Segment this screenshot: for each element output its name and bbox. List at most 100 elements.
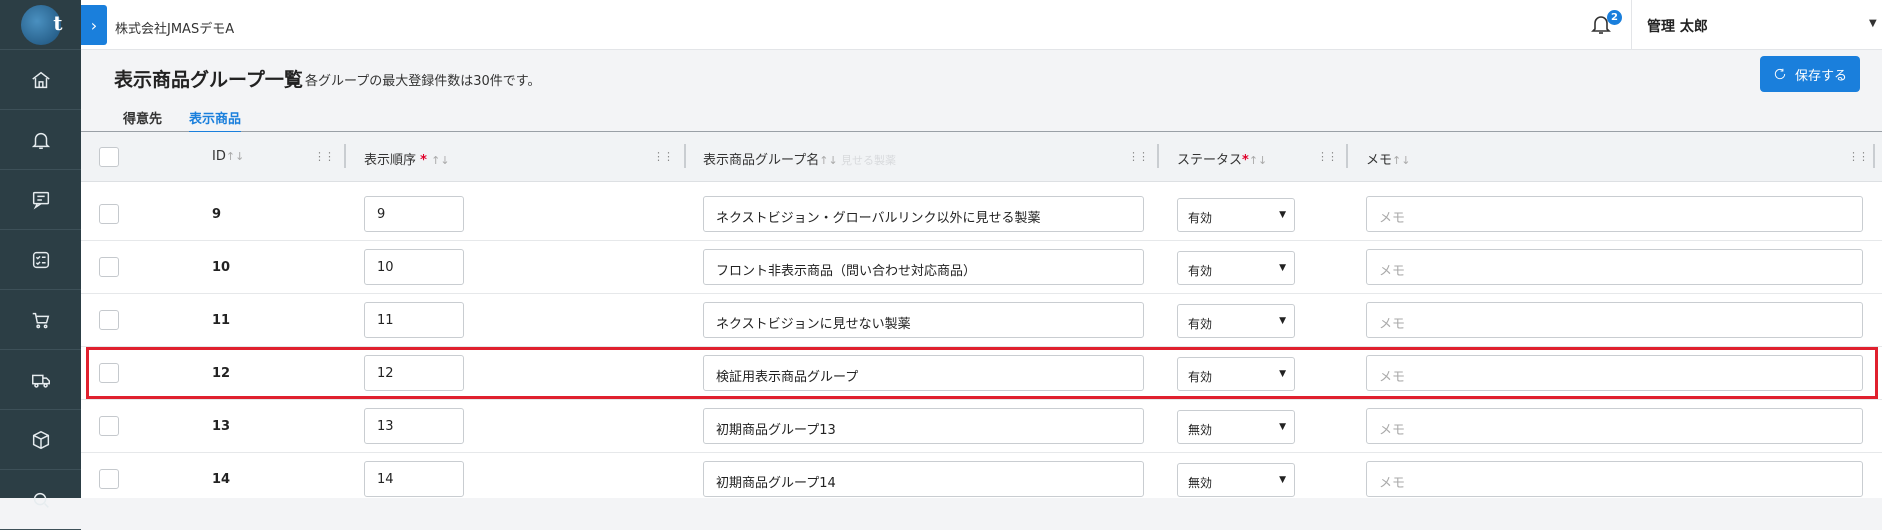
group-name-input[interactable]: 初期商品グループ14 (703, 461, 1144, 497)
row-checkbox[interactable] (99, 257, 119, 277)
row-checkbox[interactable] (99, 416, 119, 436)
sort-icon[interactable]: ↑↓ (226, 150, 244, 163)
sidebar-toggle-button[interactable]: › (81, 5, 107, 45)
column-header-memo[interactable]: メモ↑↓ (1366, 149, 1410, 168)
app-logo[interactable]: t (0, 0, 81, 50)
column-header-id[interactable]: ID↑↓ (212, 149, 244, 164)
memo-input[interactable]: メモ (1366, 196, 1863, 232)
column-resize-handle[interactable] (1346, 144, 1348, 168)
checklist-icon (32, 251, 49, 268)
select-all-checkbox[interactable] (99, 147, 119, 167)
memo-input[interactable]: メモ (1366, 302, 1863, 338)
row-id: 11 (212, 313, 231, 328)
column-resize-handle[interactable] (1157, 144, 1159, 168)
chevron-right-icon: › (90, 15, 98, 35)
caret-down-icon: ▼ (1279, 210, 1286, 220)
row-id: 14 (212, 472, 231, 487)
column-header-name[interactable]: 表示商品グループ名↑↓ (703, 149, 838, 168)
row-checkbox[interactable] (99, 204, 119, 224)
row-checkbox[interactable] (99, 469, 119, 489)
caret-down-icon: ▼ (1279, 422, 1286, 432)
notification-badge: 2 (1607, 10, 1622, 25)
column-resize-handle[interactable] (344, 144, 346, 168)
cart-icon (32, 312, 49, 328)
column-menu-icon[interactable]: ⋮⋮ (314, 150, 335, 163)
table-row: 14 14 初期商品グループ14 無効 ▼ メモ (81, 453, 1882, 498)
required-asterisk: * (1242, 153, 1249, 168)
bell-icon (31, 132, 50, 149)
row-checkbox[interactable] (99, 310, 119, 330)
column-header-order[interactable]: 表示順序 * ↑↓ (364, 149, 450, 168)
order-input[interactable]: 11 (364, 302, 464, 338)
group-name-input[interactable]: 検証用表示商品グループ (703, 355, 1144, 391)
truck-icon (31, 374, 50, 388)
table-row: 9 9 ネクストビジョン・グローバルリンク以外に見せる製薬 有効 ▼ メモ (81, 188, 1882, 241)
sidebar-item-orders[interactable] (0, 290, 81, 350)
status-select[interactable]: 無効 ▼ (1177, 410, 1295, 444)
table-row: 13 13 初期商品グループ13 無効 ▼ メモ (81, 400, 1882, 453)
sidebar-item-search[interactable] (0, 470, 81, 530)
drag-ghost-text: 見せる製薬 (841, 154, 896, 167)
box-icon (32, 430, 49, 449)
memo-input[interactable]: メモ (1366, 461, 1863, 497)
column-menu-icon[interactable]: ⋮⋮ (1317, 150, 1338, 163)
company-name: 株式会社JMASデモA (115, 22, 235, 37)
group-name-input[interactable]: フロント非表示商品（問い合わせ対応商品） (703, 249, 1144, 285)
memo-input[interactable]: メモ (1366, 249, 1863, 285)
row-checkbox[interactable] (99, 363, 119, 383)
table-row: 10 10 フロント非表示商品（問い合わせ対応商品） 有効 ▼ メモ (81, 241, 1882, 294)
column-resize-handle[interactable] (684, 144, 686, 168)
save-button[interactable]: 保存する (1760, 56, 1860, 92)
page-header: 表示商品グループ一覧 各グループの最大登録件数は30件です。 保存する (81, 50, 1882, 98)
column-resize-handle[interactable] (1873, 144, 1875, 168)
sidebar-item-home[interactable] (0, 50, 81, 110)
order-input[interactable]: 10 (364, 249, 464, 285)
sort-icon[interactable]: ↑↓ (1249, 154, 1267, 167)
sidebar-item-shipping[interactable] (0, 350, 81, 410)
sort-icon[interactable]: ↑↓ (1392, 154, 1410, 167)
column-menu-icon[interactable]: ⋮⋮ (1848, 150, 1869, 163)
order-input[interactable]: 9 (364, 196, 464, 232)
row-id: 10 (212, 260, 231, 275)
memo-input[interactable]: メモ (1366, 355, 1863, 391)
status-select[interactable]: 無効 ▼ (1177, 463, 1295, 497)
sidebar-item-products[interactable] (0, 410, 81, 470)
sort-icon[interactable]: ↑↓ (431, 154, 449, 167)
group-name-input[interactable]: ネクストビジョン・グローバルリンク以外に見せる製薬 (703, 196, 1144, 232)
status-select[interactable]: 有効 ▼ (1177, 198, 1295, 232)
order-input[interactable]: 12 (364, 355, 464, 391)
memo-input[interactable]: メモ (1366, 408, 1863, 444)
row-id: 12 (212, 366, 231, 381)
status-select[interactable]: 有効 ▼ (1177, 304, 1295, 338)
tab-bar: 得意先 表示商品 (81, 98, 1882, 134)
column-header-status[interactable]: ステータス*↑↓ (1177, 149, 1267, 168)
status-select[interactable]: 有効 ▼ (1177, 357, 1295, 391)
refresh-icon (1774, 68, 1786, 80)
column-menu-icon[interactable]: ⋮⋮ (653, 150, 674, 163)
caret-down-icon: ▼ (1279, 369, 1286, 379)
caret-down-icon: ▼ (1279, 475, 1286, 485)
caret-down-icon[interactable]: ▼ (1869, 18, 1877, 29)
top-header: › 株式会社JMASデモA 2 管理 太郎 ▼ (81, 0, 1882, 50)
table-row: 11 11 ネクストビジョンに見せない製薬 有効 ▼ メモ (81, 294, 1882, 347)
table-header: ID↑↓ ⋮⋮ 表示順序 * ↑↓ ⋮⋮ 表示商品グループ名↑↓ 見せる製薬 ⋮… (81, 132, 1882, 182)
save-button-label: 保存する (1794, 68, 1847, 84)
sort-icon[interactable]: ↑↓ (819, 154, 837, 167)
column-menu-icon[interactable]: ⋮⋮ (1128, 150, 1149, 163)
sidebar-item-tasks[interactable] (0, 230, 81, 290)
user-menu[interactable]: 管理 太郎 (1647, 16, 1708, 36)
group-name-input[interactable]: 初期商品グループ13 (703, 408, 1144, 444)
page-subtitle: 各グループの最大登録件数は30件です。 (305, 74, 541, 89)
tab-display-products[interactable]: 表示商品 (189, 108, 242, 134)
sidebar-item-notifications[interactable] (0, 110, 81, 170)
order-input[interactable]: 13 (364, 408, 464, 444)
page-title: 表示商品グループ一覧 (114, 69, 303, 91)
group-name-input[interactable]: ネクストビジョンに見せない製薬 (703, 302, 1144, 338)
table-row-highlighted: 12 12 検証用表示商品グループ 有効 ▼ メモ (81, 347, 1882, 400)
order-input[interactable]: 14 (364, 461, 464, 497)
tab-customers[interactable]: 得意先 (123, 108, 162, 131)
status-select[interactable]: 有効 ▼ (1177, 251, 1295, 285)
sidebar: t (0, 0, 81, 530)
sidebar-item-messages[interactable] (0, 170, 81, 230)
row-id: 13 (212, 419, 231, 434)
